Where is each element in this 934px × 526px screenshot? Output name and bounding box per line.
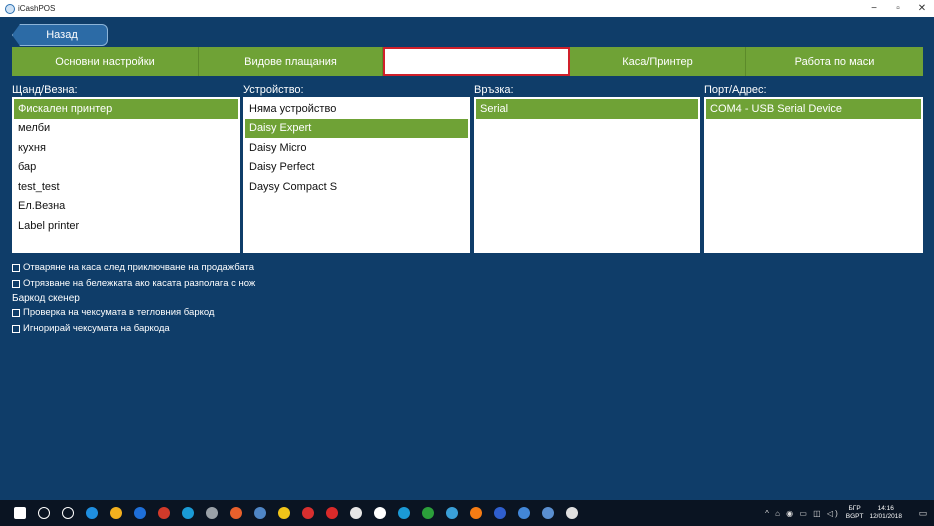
- windows-taskbar: ^ ⌂ ◉ ▭ ◫ ◁) БГР BGPT 14:16 12/01/2018 ▭: [0, 500, 934, 526]
- cut-receipt-label: Отрязване на бележката ако касата разпол…: [23, 278, 256, 289]
- connection-list: Serial: [474, 97, 700, 253]
- list-item[interactable]: Label printer: [14, 216, 238, 236]
- clock-time: 14:16: [877, 505, 894, 512]
- clock-date: 12/01/2018: [869, 513, 902, 520]
- tray-icons[interactable]: ^ ⌂ ◉ ▭ ◫ ◁): [765, 509, 840, 518]
- back-button[interactable]: Назад: [12, 24, 108, 46]
- taskbar-app-icon[interactable]: [488, 500, 512, 526]
- start-icon[interactable]: [8, 500, 32, 526]
- check-checksum-label: Проверка на чексумата в тегловния баркод: [23, 307, 215, 318]
- list-item[interactable]: Serial: [476, 99, 698, 119]
- list-item[interactable]: Daisy Perfect: [245, 158, 468, 178]
- port-list: COM4 - USB Serial Device: [704, 97, 923, 253]
- list-item[interactable]: Няма устройство: [245, 99, 468, 119]
- notification-icon[interactable]: ▭: [912, 508, 934, 519]
- connection-label: Връзка:: [474, 84, 514, 96]
- taskbar-app-icon[interactable]: [368, 500, 392, 526]
- taskbar-apps: [8, 500, 584, 526]
- tab-table-service[interactable]: Работа по маси: [746, 47, 923, 76]
- barcode-scanner-title: Баркод скенер: [12, 293, 80, 304]
- cut-receipt-option[interactable]: Отрязване на бележката ако касата разпол…: [12, 278, 255, 289]
- taskbar-app-icon[interactable]: [536, 500, 560, 526]
- stand-label: Щанд/Везна:: [12, 84, 78, 96]
- close-button[interactable]: ✕: [910, 0, 934, 17]
- taskbar-app-icon[interactable]: [32, 500, 56, 526]
- taskbar-app-icon[interactable]: [512, 500, 536, 526]
- tab-register-printer[interactable]: Каса/Принтер: [570, 47, 746, 76]
- tab-basic-settings[interactable]: Основни настройки: [12, 47, 199, 76]
- open-drawer-label: Отваряне на каса след приключване на про…: [23, 262, 255, 273]
- check-checksum-checkbox[interactable]: [12, 308, 20, 317]
- taskbar-app-icon[interactable]: [104, 500, 128, 526]
- tab-blank[interactable]: [383, 47, 570, 76]
- check-checksum-option[interactable]: Проверка на чексумата в тегловния баркод: [12, 307, 214, 318]
- language-code: БГР: [848, 505, 861, 512]
- taskbar-app-icon[interactable]: [320, 500, 344, 526]
- taskbar-app-icon[interactable]: [560, 500, 584, 526]
- ignore-checksum-label: Игнорирай чексумата на баркода: [23, 323, 170, 334]
- taskbar-app-icon[interactable]: [416, 500, 440, 526]
- list-item[interactable]: Ел.Везна: [14, 197, 238, 217]
- list-item[interactable]: COM4 - USB Serial Device: [706, 99, 921, 119]
- minimize-button[interactable]: −: [862, 0, 886, 17]
- list-item[interactable]: Daisy Expert: [245, 118, 468, 138]
- settings-tabs: Основни настройки Видове плащания Каса/П…: [12, 47, 923, 76]
- device-list: Няма устройство Daisy Expert Daisy Micro…: [243, 97, 470, 253]
- cut-receipt-checkbox[interactable]: [12, 279, 20, 288]
- taskbar-app-icon[interactable]: [464, 500, 488, 526]
- window-title-bar: iCashPOS − ▫ ✕: [0, 0, 934, 17]
- taskbar-app-icon[interactable]: [392, 500, 416, 526]
- list-item[interactable]: бар: [14, 158, 238, 178]
- keyboard-layout: BGPT: [845, 513, 864, 520]
- taskbar-app-icon[interactable]: [440, 500, 464, 526]
- ignore-checksum-option[interactable]: Игнорирай чексумата на баркода: [12, 323, 170, 334]
- taskbar-app-icon[interactable]: [128, 500, 152, 526]
- maximize-button[interactable]: ▫: [886, 0, 910, 17]
- taskbar-app-icon[interactable]: [80, 500, 104, 526]
- taskbar-app-icon[interactable]: [176, 500, 200, 526]
- taskbar-app-icon[interactable]: [296, 500, 320, 526]
- port-label: Порт/Адрес:: [704, 84, 767, 96]
- list-item[interactable]: кухня: [14, 138, 238, 158]
- ignore-checksum-checkbox[interactable]: [12, 324, 20, 333]
- stand-list: Фискален принтер мелби кухня бар test_te…: [12, 97, 240, 253]
- open-drawer-checkbox[interactable]: [12, 263, 20, 272]
- clock[interactable]: 14:16 12/01/2018: [869, 505, 902, 521]
- list-item[interactable]: Daisy Micro: [245, 138, 468, 158]
- open-drawer-option[interactable]: Отваряне на каса след приключване на про…: [12, 262, 254, 273]
- list-item[interactable]: Daysy Compact S: [245, 177, 468, 197]
- language-indicator[interactable]: БГР BGPT: [846, 505, 864, 521]
- tab-payment-types[interactable]: Видове плащания: [199, 47, 383, 76]
- taskbar-app-icon[interactable]: [224, 500, 248, 526]
- list-item[interactable]: test_test: [14, 177, 238, 197]
- app-icon: [5, 3, 15, 14]
- taskbar-app-icon[interactable]: [200, 500, 224, 526]
- device-label: Устройство:: [243, 84, 304, 96]
- taskbar-app-icon[interactable]: [272, 500, 296, 526]
- list-item[interactable]: мелби: [14, 119, 238, 139]
- window-controls: − ▫ ✕: [862, 0, 934, 17]
- taskbar-app-icon[interactable]: [56, 500, 80, 526]
- list-item[interactable]: Фискален принтер: [14, 99, 238, 119]
- system-tray: ^ ⌂ ◉ ▭ ◫ ◁) БГР BGPT 14:16 12/01/2018 ▭: [765, 500, 934, 526]
- taskbar-app-icon[interactable]: [152, 500, 176, 526]
- window-title: iCashPOS: [18, 4, 56, 13]
- taskbar-app-icon[interactable]: [344, 500, 368, 526]
- taskbar-app-icon[interactable]: [248, 500, 272, 526]
